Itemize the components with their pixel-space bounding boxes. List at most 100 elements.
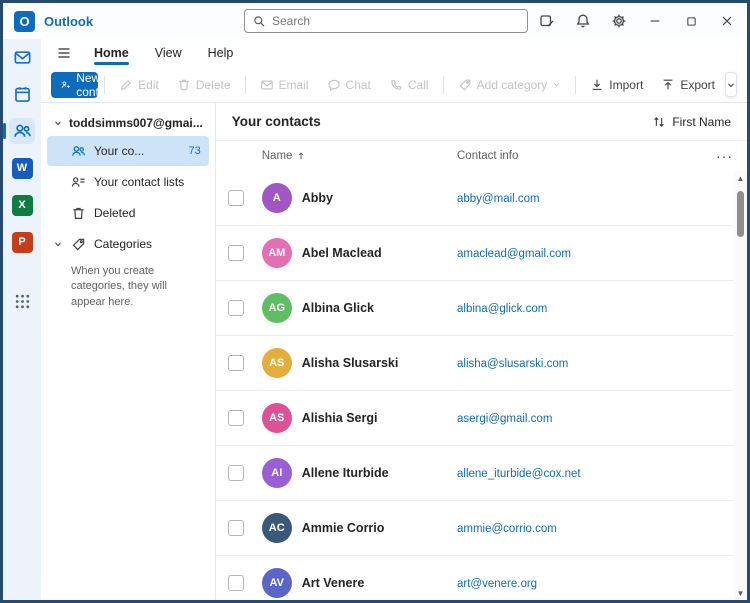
contact-email-link[interactable]: ammie@corrio.com xyxy=(457,523,557,535)
row-checkbox[interactable] xyxy=(227,245,244,261)
contact-list-viewport: A Abby abby@mail.com AM Abel Maclead ama… xyxy=(215,171,747,600)
email-button[interactable]: Email xyxy=(252,72,317,98)
contacts-panel: Your contacts First Name Name Contact in… xyxy=(215,103,747,600)
contacts-header: Your contacts First Name xyxy=(215,103,747,141)
row-checkbox[interactable] xyxy=(227,300,244,316)
contact-row[interactable]: AG Albina Glick albina@glick.com xyxy=(215,281,747,336)
call-button[interactable]: Call xyxy=(381,72,437,98)
contacts-count-badge: 73 xyxy=(188,145,201,157)
person-add-icon xyxy=(61,80,70,88)
toolbar-divider xyxy=(104,75,106,94)
titlebar-right xyxy=(529,3,745,39)
app-body: W X P Home View Help New cont Edit Delet… xyxy=(3,39,747,600)
minimize-icon[interactable] xyxy=(637,6,673,36)
delete-button[interactable]: Delete xyxy=(169,72,239,98)
contact-list: A Abby abby@mail.com AM Abel Maclead ama… xyxy=(215,171,747,600)
add-category-button[interactable]: Add category xyxy=(450,72,570,98)
contact-name: Abby xyxy=(301,191,333,205)
people-icon xyxy=(72,145,86,156)
chevron-down-icon xyxy=(728,82,734,87)
row-checkbox[interactable] xyxy=(227,465,244,481)
sidebar-item-label: Deleted xyxy=(94,206,136,220)
chevron-down-icon xyxy=(55,121,61,126)
calendar-icon[interactable] xyxy=(9,81,35,107)
trash-icon xyxy=(179,79,189,90)
word-icon[interactable]: W xyxy=(9,155,35,181)
contact-row[interactable]: AC Ammie Corrio ammie@corrio.com xyxy=(215,501,747,556)
scroll-down-icon[interactable]: ▼ xyxy=(737,586,745,600)
row-checkbox[interactable] xyxy=(227,575,244,591)
contact-avatar: AC xyxy=(261,513,292,543)
maximize-icon[interactable] xyxy=(673,6,709,36)
toolbar-overflow-button[interactable] xyxy=(725,72,737,97)
chat-bubble-icon xyxy=(327,79,340,91)
sort-arrows-icon xyxy=(654,116,665,127)
outlook-logo-icon: O xyxy=(14,10,35,32)
contact-email-link[interactable]: asergi@gmail.com xyxy=(457,413,552,425)
notifications-bell-icon[interactable] xyxy=(565,6,601,36)
phone-icon xyxy=(391,79,402,90)
contact-email-link[interactable]: albina@glick.com xyxy=(457,303,547,315)
close-icon[interactable] xyxy=(709,6,745,36)
contact-row[interactable]: AS Alisha Slusarski alisha@slusarski.com xyxy=(215,336,747,391)
tag-icon xyxy=(459,79,470,90)
scrollbar-thumb[interactable] xyxy=(737,191,744,237)
contact-row[interactable]: AI Allene Iturbide allene_iturbide@cox.n… xyxy=(215,446,747,501)
new-contact-button[interactable]: New contact xyxy=(51,71,99,98)
sidebar-item-deleted[interactable]: Deleted xyxy=(47,198,209,228)
scroll-up-icon[interactable]: ▲ xyxy=(737,171,745,185)
export-button[interactable]: Export xyxy=(653,72,723,98)
contact-row[interactable]: A Abby abby@mail.com xyxy=(215,171,747,226)
row-checkbox[interactable] xyxy=(227,190,244,206)
row-checkbox[interactable] xyxy=(227,410,244,426)
more-apps-icon[interactable] xyxy=(9,288,35,314)
contact-avatar: A xyxy=(261,183,292,213)
scrollbar-track[interactable] xyxy=(734,185,747,586)
contact-email-link[interactable]: allene_iturbide@cox.net xyxy=(457,468,581,480)
contact-avatar: AS xyxy=(261,348,292,378)
contact-row[interactable]: AM Abel Maclead amaclead@gmail.com xyxy=(215,226,747,281)
more-options-icon[interactable]: ··· xyxy=(707,148,733,164)
vertical-scrollbar[interactable]: ▲ ▼ xyxy=(734,171,747,600)
sort-label: First Name xyxy=(672,114,731,129)
search-input[interactable] xyxy=(272,14,519,28)
toolbar-divider xyxy=(442,75,444,94)
edit-button[interactable]: Edit xyxy=(111,72,167,98)
settings-gear-icon[interactable] xyxy=(601,6,637,36)
page-title: Your contacts xyxy=(231,114,321,129)
contact-avatar: AM xyxy=(261,238,292,268)
sort-button[interactable]: First Name xyxy=(652,115,731,129)
row-checkbox[interactable] xyxy=(227,520,244,536)
row-checkbox[interactable] xyxy=(227,355,244,371)
feedback-icon[interactable] xyxy=(529,6,565,36)
tab-view[interactable]: View xyxy=(144,41,193,65)
sidebar-item-contact-lists[interactable]: Your contact lists xyxy=(47,167,209,197)
contact-email-link[interactable]: amaclead@gmail.com xyxy=(457,248,571,260)
mail-icon[interactable] xyxy=(9,44,35,70)
excel-icon[interactable]: X xyxy=(9,192,35,218)
categories-hint-text: When you create categories, they will ap… xyxy=(71,265,167,308)
contact-row[interactable]: AV Art Venere art@venere.org xyxy=(215,556,747,600)
tab-home[interactable]: Home xyxy=(83,41,140,65)
search-box[interactable] xyxy=(244,9,528,33)
contact-email-link[interactable]: art@venere.org xyxy=(457,578,537,590)
contact-email-link[interactable]: abby@mail.com xyxy=(457,193,540,205)
trash-icon xyxy=(73,207,84,219)
chat-button[interactable]: Chat xyxy=(319,72,379,98)
search-icon xyxy=(254,15,265,26)
tab-help[interactable]: Help xyxy=(197,41,245,65)
contact-name: Alisha Slusarski xyxy=(301,356,399,370)
sidebar-item-your-contacts[interactable]: Your co... 73 xyxy=(47,136,209,166)
sidebar-item-label: Your contact lists xyxy=(94,175,185,189)
people-list-icon xyxy=(71,176,85,187)
people-icon[interactable] xyxy=(3,118,35,144)
import-button[interactable]: Import xyxy=(582,72,651,98)
hamburger-menu-icon[interactable] xyxy=(49,41,79,65)
sidebar-item-categories[interactable]: Categories xyxy=(47,229,209,259)
column-header-name[interactable]: Name xyxy=(262,150,457,162)
contact-email-link[interactable]: alisha@slusarski.com xyxy=(457,358,568,370)
contact-row[interactable]: AS Alishia Sergi asergi@gmail.com xyxy=(215,391,747,446)
toolbar: New contact Edit Delete xyxy=(41,67,747,103)
powerpoint-icon[interactable]: P xyxy=(9,229,35,255)
account-header[interactable]: toddsimms007@gmai... xyxy=(47,111,209,135)
